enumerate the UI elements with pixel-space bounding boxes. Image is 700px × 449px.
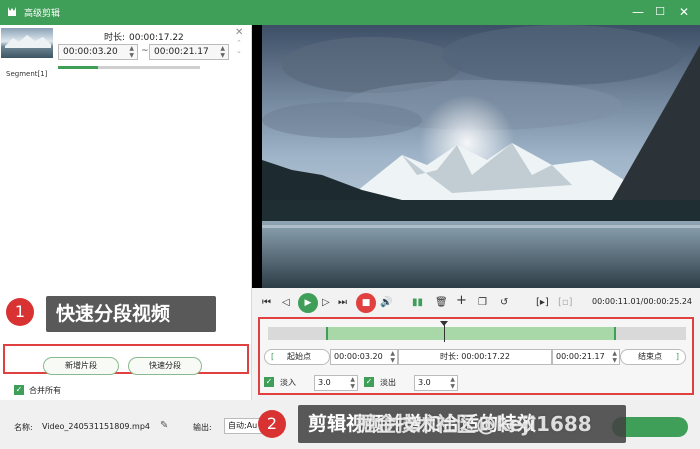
start-time-field[interactable]: 00:00:03.20 ▲ ▼ [330,349,398,365]
segment-label: Segment[1] [6,70,48,78]
skip-end-icon[interactable]: ⏭ [338,296,347,310]
copy-icon[interactable]: ❐ [478,296,487,310]
segment-duration: 时长: 00:00:17.22 [104,33,184,43]
spinner-icon[interactable]: ▲ ▼ [350,376,355,390]
delete-icon[interactable]: 🗑 [435,296,448,310]
split-icon[interactable]: ▮▮ [412,296,423,310]
skip-start-icon[interactable]: ⏮ [262,296,271,310]
quick-split-button[interactable]: 快速分段 [128,357,202,375]
close-button[interactable]: ✕ [676,4,692,20]
playhead[interactable] [444,322,445,342]
segment-thumbnail[interactable] [1,28,53,58]
filename: Video_240531151809.mp4 [42,422,150,431]
set-end-button[interactable]: 结束点 ] [620,349,686,365]
output-label: 输出: [193,423,212,432]
timeline-track[interactable] [268,327,686,340]
spinner-icon[interactable]: ▲ ▼ [450,376,455,390]
merge-all-label: 合并所有 [29,386,61,395]
timeline-selection[interactable] [326,327,616,340]
edit-duration: 时长: 00:00:17.22 [398,349,552,365]
maximize-button[interactable]: ☐ [652,4,668,20]
reorder-icon[interactable]: ⌃ ⌄ [236,39,242,55]
spinner-icon[interactable]: ▲ ▼ [390,350,395,364]
fade-out-field[interactable]: 3.0 ▲ ▼ [414,375,458,391]
callout-2-number: 2 [258,410,286,438]
segment-end-field[interactable]: 00:00:21.17 ▲ ▼ [149,44,229,60]
fade-in-checkbox[interactable]: ✓ [264,377,274,387]
step-forward-icon[interactable]: ▷ [322,296,330,310]
undo-icon[interactable]: ↺ [500,296,508,310]
set-start-button[interactable]: [ 起始点 [264,349,330,365]
minimize-button[interactable]: — [630,4,646,20]
add-icon[interactable]: + [456,294,467,308]
callout-1-number: 1 [6,298,34,326]
new-segment-button[interactable]: 新增片段 [43,357,119,375]
name-label: 名称: [14,423,33,432]
delete-segment-icon[interactable]: ✕ [235,27,243,38]
fade-in-field[interactable]: 3.0 ▲ ▼ [314,375,358,391]
fade-out-label: 淡出 [380,378,396,387]
segment-progress-bar [58,66,200,69]
highlight-box-left [3,344,249,374]
step-back-icon[interactable]: ◁ [282,296,290,310]
merge-all-checkbox[interactable]: ✓ [14,385,24,395]
edit-name-icon[interactable]: ✎ [160,420,168,431]
watermark: 掘金技术社区@keji1688 [356,412,592,436]
spinner-icon[interactable]: ▲ ▼ [129,45,134,59]
end-time-field[interactable]: 00:00:21.17 ▲ ▼ [552,349,620,365]
fade-in-label: 淡入 [280,378,296,387]
stop-button[interactable]: ■ [356,293,376,313]
range-separator: ~ [141,46,149,56]
app-logo-icon [8,7,16,16]
window-title: 高级剪辑 [24,9,61,19]
player-controls: ⏮ ◁ ▶ ▷ ⏭ ■ 🔊 ▮▮ 🗑 + ❐ ↺ [▸] [▫] 00:00:1… [252,288,700,318]
fade-out-checkbox[interactable]: ✓ [364,377,374,387]
set-mark-icon[interactable]: [▸] [536,296,549,310]
title-bar: 高级剪辑 — ☐ ✕ [0,0,700,25]
volume-icon[interactable]: 🔊 [380,296,392,310]
callout-1-text: 快速分段视频 [46,296,216,332]
spinner-icon[interactable]: ▲ ▼ [220,45,225,59]
timecode: 00:00:11.01/00:00:25.24 [592,297,692,306]
clear-mark-icon[interactable]: [▫] [558,296,573,310]
play-button[interactable]: ▶ [298,293,318,313]
spinner-icon[interactable]: ▲ ▼ [612,350,617,364]
segment-card[interactable]: Segment[1] 时长: 00:00:17.22 00:00:03.20 ▲ ▼… [0,25,252,78]
segment-start-field[interactable]: 00:00:03.20 ▲ ▼ [58,44,138,60]
video-preview[interactable] [252,25,700,288]
